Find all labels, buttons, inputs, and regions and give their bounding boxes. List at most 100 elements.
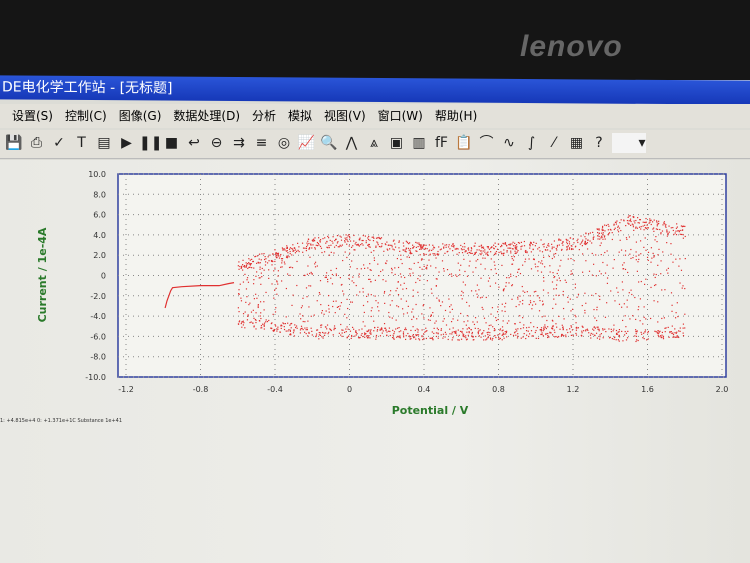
pause-icon[interactable]: ❚❚ bbox=[139, 133, 162, 153]
data-point bbox=[537, 248, 539, 250]
data-point bbox=[285, 316, 287, 318]
data-point bbox=[496, 311, 499, 313]
stop-icon[interactable]: ■ bbox=[162, 133, 182, 153]
menu-item[interactable]: 设置(S) bbox=[12, 109, 53, 123]
target-icon[interactable]: ◎ bbox=[274, 133, 294, 153]
device-icon[interactable]: ▣ bbox=[387, 133, 407, 153]
data-point bbox=[252, 309, 254, 311]
data-point bbox=[370, 281, 372, 283]
smooth-icon[interactable]: ⌒ bbox=[477, 133, 497, 153]
clipboard-icon[interactable]: 📋 bbox=[454, 133, 474, 153]
data-point bbox=[666, 231, 668, 233]
data-point bbox=[351, 334, 353, 337]
data-point bbox=[561, 242, 563, 245]
color-icon[interactable]: ▥ bbox=[409, 133, 429, 153]
panel-icon[interactable]: ▤ bbox=[94, 133, 114, 153]
data-point bbox=[334, 239, 336, 242]
undo-icon[interactable]: ↩ bbox=[184, 133, 204, 153]
data-point bbox=[665, 224, 667, 226]
data-point bbox=[435, 285, 437, 287]
data-point bbox=[644, 221, 646, 224]
data-point bbox=[281, 280, 283, 282]
data-point bbox=[328, 254, 331, 256]
data-point bbox=[673, 336, 675, 338]
menu-item[interactable]: 帮助(H) bbox=[435, 109, 477, 123]
baseline-icon[interactable]: ≡ bbox=[252, 133, 272, 153]
data-point bbox=[280, 266, 282, 268]
derivative-icon[interactable]: ⁄ bbox=[544, 133, 564, 153]
data-point bbox=[322, 337, 324, 339]
print-icon[interactable]: ⎙ bbox=[27, 133, 47, 153]
peak-def-icon[interactable]: ⩓ bbox=[364, 133, 384, 153]
save-icon[interactable]: 💾 bbox=[4, 133, 24, 153]
help-icon[interactable]: ? bbox=[589, 133, 609, 153]
data-point bbox=[412, 326, 414, 328]
wave-icon[interactable]: ∿ bbox=[499, 133, 519, 153]
data-point bbox=[543, 276, 545, 279]
data-point bbox=[628, 220, 630, 222]
data-point bbox=[437, 333, 439, 335]
data-point bbox=[280, 324, 282, 326]
table-icon[interactable]: ▦ bbox=[567, 133, 587, 153]
font-icon[interactable]: fF bbox=[432, 133, 452, 153]
menu-item[interactable]: 模拟 bbox=[288, 109, 312, 123]
data-point bbox=[306, 327, 308, 329]
data-point bbox=[661, 317, 663, 320]
data-point bbox=[379, 238, 382, 240]
data-point bbox=[426, 280, 428, 282]
menu-item[interactable]: 窗口(W) bbox=[378, 109, 423, 123]
data-point bbox=[409, 275, 412, 277]
data-point bbox=[341, 244, 344, 246]
data-point bbox=[645, 217, 647, 220]
data-point bbox=[421, 329, 423, 331]
menu-item[interactable]: 数据处理(D) bbox=[173, 109, 240, 123]
data-point bbox=[498, 286, 500, 288]
data-point bbox=[260, 312, 262, 314]
data-point bbox=[423, 253, 425, 255]
menu-item[interactable]: 视图(V) bbox=[324, 109, 366, 123]
toolbar-dropdown[interactable]: ▾ bbox=[611, 133, 646, 153]
spell-icon[interactable]: ✓ bbox=[49, 133, 69, 153]
data-point bbox=[625, 326, 627, 328]
data-point bbox=[539, 329, 541, 331]
data-point bbox=[613, 336, 616, 338]
integrate-icon[interactable]: ∫ bbox=[522, 133, 542, 153]
data-point bbox=[283, 261, 286, 263]
graph-icon[interactable]: 📈 bbox=[297, 133, 317, 153]
text-icon[interactable]: T bbox=[72, 133, 92, 153]
align-icon[interactable]: ⇉ bbox=[229, 133, 249, 153]
data-point bbox=[370, 329, 372, 331]
data-point bbox=[608, 232, 611, 234]
data-point bbox=[472, 336, 474, 338]
data-point bbox=[672, 261, 674, 263]
cursor-icon[interactable]: ⊖ bbox=[207, 133, 227, 153]
data-point bbox=[535, 337, 537, 339]
data-point bbox=[660, 260, 662, 262]
data-point bbox=[474, 242, 476, 244]
data-point bbox=[654, 239, 656, 241]
data-point bbox=[547, 243, 550, 245]
data-point bbox=[398, 247, 400, 249]
data-point bbox=[544, 324, 546, 326]
data-point bbox=[547, 244, 549, 246]
data-point bbox=[381, 243, 383, 245]
data-point bbox=[370, 251, 372, 253]
data-point bbox=[316, 244, 319, 247]
zoom-icon[interactable]: 🔍 bbox=[319, 133, 339, 153]
data-point bbox=[501, 326, 504, 328]
data-point bbox=[604, 230, 606, 232]
data-point bbox=[523, 324, 525, 326]
data-point bbox=[489, 331, 491, 334]
menu-item[interactable]: 分析 bbox=[252, 109, 276, 123]
menu-item[interactable]: 图像(G) bbox=[119, 109, 162, 123]
play-icon[interactable]: ▶ bbox=[117, 133, 137, 153]
data-point bbox=[440, 305, 442, 307]
data-point bbox=[332, 334, 334, 336]
data-point bbox=[345, 238, 347, 240]
data-point bbox=[544, 266, 546, 268]
peak-icon[interactable]: ⋀ bbox=[342, 133, 362, 153]
data-point bbox=[635, 318, 637, 321]
menu-item[interactable]: 控制(C) bbox=[65, 109, 107, 123]
data-point bbox=[333, 252, 335, 254]
data-point bbox=[457, 339, 459, 341]
